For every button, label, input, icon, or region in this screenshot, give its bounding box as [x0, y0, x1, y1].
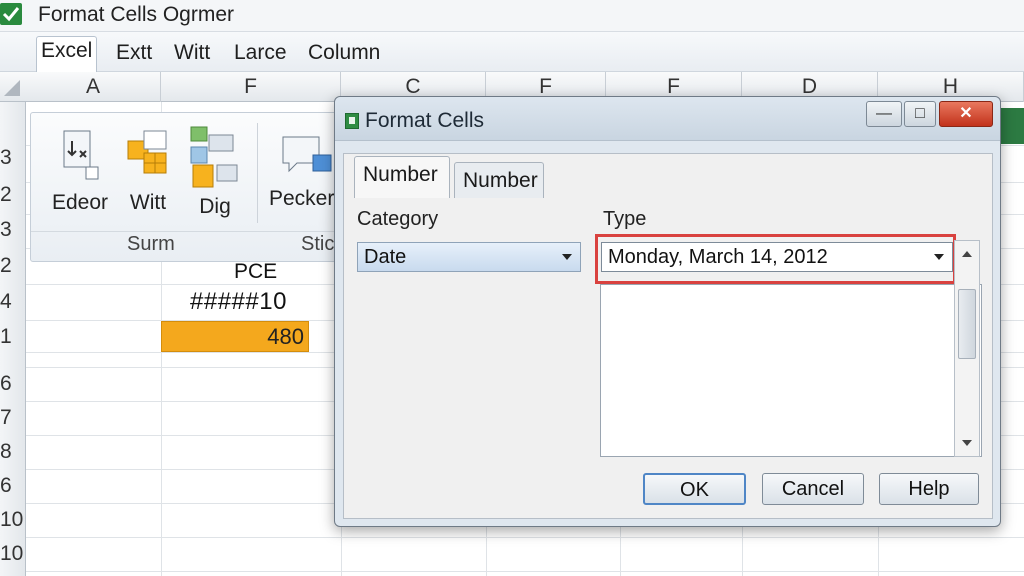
maximize-icon: □: [915, 105, 925, 122]
ok-button[interactable]: OK: [643, 473, 746, 505]
menu-column[interactable]: Column: [304, 39, 384, 67]
ribbon-label: Witt: [129, 191, 167, 214]
row-header[interactable]: 2: [0, 254, 26, 278]
close-icon: ✕: [959, 105, 973, 122]
dialog-titlebar[interactable]: Format Cells — □ ✕: [335, 97, 1000, 141]
scroll-down-icon[interactable]: [962, 440, 972, 446]
highlighted-cell[interactable]: 480: [161, 321, 309, 352]
checkmark-icon: [0, 3, 22, 25]
ribbon-group-label: Surm: [127, 233, 175, 255]
window-title: Format Cells Ogrmer: [38, 3, 235, 26]
tab-number[interactable]: Number: [354, 156, 450, 198]
ribbon-button-pecker[interactable]: Pecker: [269, 133, 341, 211]
row-header[interactable]: 1: [0, 325, 26, 349]
cell-overflow-text[interactable]: #####10: [190, 288, 287, 316]
window-titlebar: Format Cells Ogrmer: [0, 0, 1024, 32]
type-label: Type: [603, 208, 647, 230]
row-header[interactable]: 2: [0, 183, 26, 207]
type-list[interactable]: [600, 284, 982, 457]
type-highlight-box: [595, 234, 956, 284]
close-button[interactable]: ✕: [939, 101, 993, 127]
ribbon-group-label: Stic: [301, 233, 335, 255]
cell-header-text[interactable]: PCE: [234, 260, 277, 284]
dialog-title: Format Cells: [365, 109, 485, 132]
ribbon-button-edeor[interactable]: Edeor: [45, 127, 115, 215]
ribbon-button-witt[interactable]: Witt: [121, 127, 175, 215]
menu-larce[interactable]: Larce: [230, 39, 291, 67]
row-header[interactable]: 6: [0, 372, 26, 396]
row-header[interactable]: 3: [0, 218, 26, 242]
row-header[interactable]: 3: [0, 146, 26, 170]
row-header[interactable]: 10: [0, 508, 26, 532]
menu-extt[interactable]: Extt: [112, 39, 156, 67]
edit-sheet-icon: [63, 130, 99, 180]
ribbon-label: Edeor: [51, 191, 109, 214]
column-header-a[interactable]: A: [26, 72, 161, 102]
category-label: Category: [357, 208, 439, 230]
menu-witt[interactable]: Witt: [170, 39, 214, 67]
column-header-f[interactable]: F: [161, 72, 341, 102]
row-header[interactable]: 10: [0, 542, 26, 566]
row-header[interactable]: 6: [0, 474, 26, 498]
minimize-button[interactable]: —: [866, 101, 902, 127]
minimize-icon: —: [876, 105, 892, 122]
menu-bar: Excel Extt Witt Larce Column: [0, 32, 1024, 72]
help-button[interactable]: Help: [879, 473, 979, 505]
row-header[interactable]: 4: [0, 290, 26, 314]
speech-bubble-icon: [282, 136, 332, 173]
maximize-button[interactable]: □: [904, 101, 936, 127]
scroll-thumb[interactable]: [958, 289, 976, 359]
window-accent: [1000, 108, 1024, 144]
table-format-icon: [127, 130, 167, 174]
menu-excel[interactable]: Excel: [36, 36, 98, 72]
ribbon-label: Dig: [199, 195, 231, 218]
ribbon-label: Pecker: [269, 187, 335, 210]
select-all-corner[interactable]: [4, 80, 20, 96]
row-header[interactable]: 8: [0, 440, 26, 464]
tab-number-2[interactable]: Number: [454, 162, 544, 198]
category-value: Date: [364, 246, 407, 268]
ribbon-panel: Edeor Witt Dig Pecker Surm Stic: [30, 112, 341, 262]
cell-styles-icon: [190, 126, 238, 188]
ribbon-button-dig[interactable]: Dig: [185, 125, 245, 219]
type-list-scrollbar[interactable]: [954, 240, 980, 457]
row-header[interactable]: 7: [0, 406, 26, 430]
category-select[interactable]: Date: [357, 242, 581, 272]
excel-sheet-icon: [345, 113, 359, 129]
chevron-down-icon: [562, 254, 572, 260]
cancel-button[interactable]: Cancel: [762, 473, 864, 505]
scroll-up-icon[interactable]: [962, 251, 972, 257]
